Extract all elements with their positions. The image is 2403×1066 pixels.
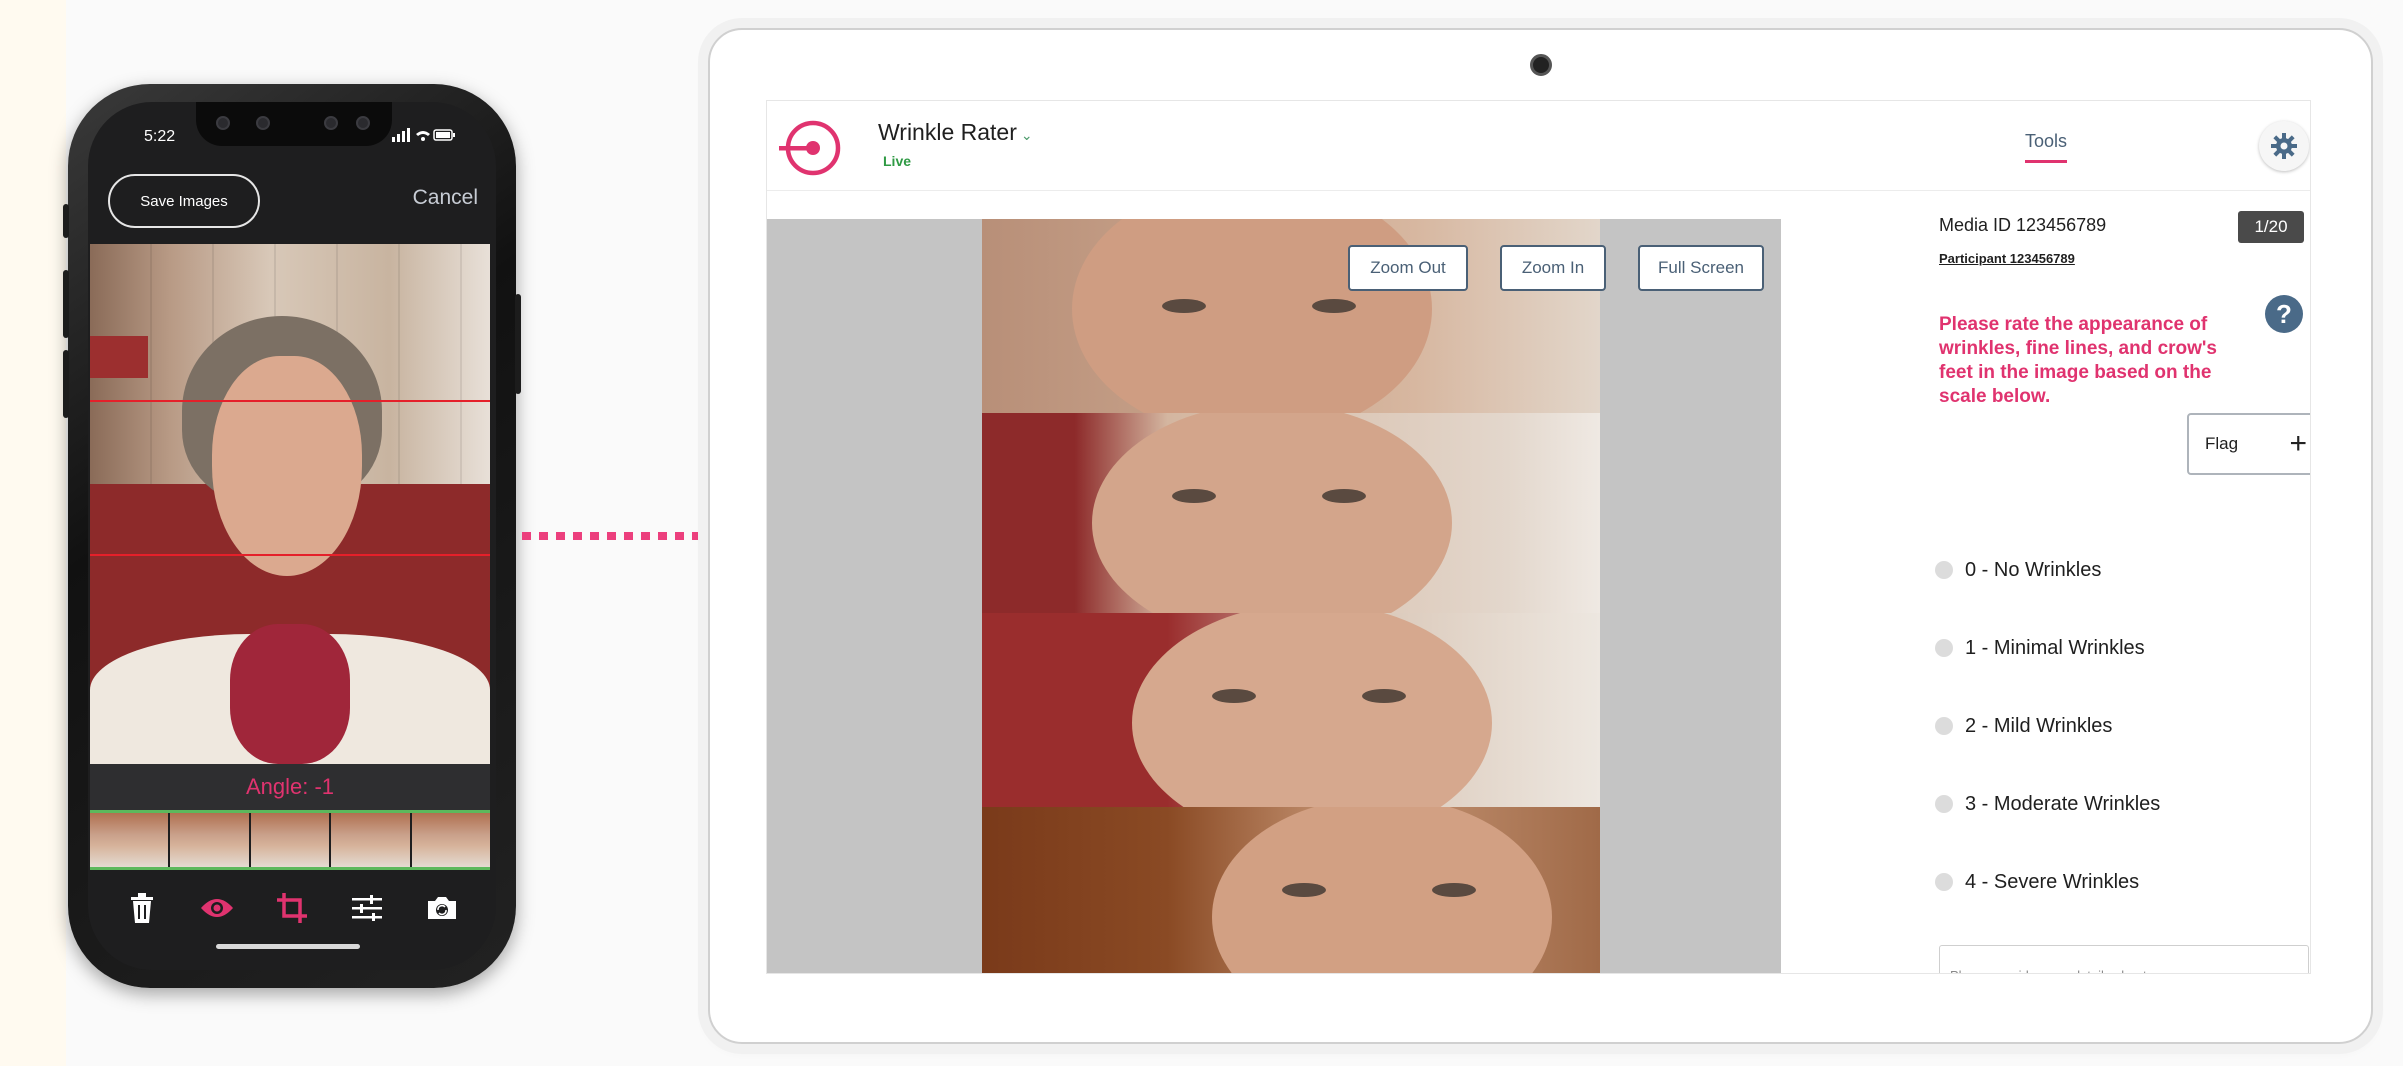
rating-option[interactable]: 3 - Moderate Wrinkles (1935, 765, 2160, 843)
rating-option-label: 2 - Mild Wrinkles (1965, 714, 2113, 737)
full-screen-button[interactable]: Full Screen (1638, 245, 1764, 291)
phone-volume-down (63, 350, 69, 418)
radio-button[interactable] (1935, 561, 1953, 579)
status-icons (392, 128, 456, 145)
live-status-badge: Live (883, 153, 912, 169)
wrinkle-rater-app: Wrinkle Rater ⌄ Live Tools Zoom Out Zoom… (766, 100, 2311, 974)
save-images-button[interactable]: Save Images (108, 174, 260, 228)
angle-readout: Angle: -1 (90, 764, 490, 810)
rating-option-label: 0 - No Wrinkles (1965, 558, 2102, 581)
home-indicator[interactable] (216, 944, 360, 949)
rating-option-label: 1 - Minimal Wrinkles (1965, 636, 2145, 659)
sensor-icon (324, 116, 338, 130)
thumbnail[interactable] (170, 813, 249, 867)
radio-button[interactable] (1935, 873, 1953, 891)
phone-notch (196, 102, 392, 146)
help-icon[interactable]: ? (2265, 295, 2303, 333)
app-header: Wrinkle Rater ⌄ Live Tools (767, 101, 2310, 191)
rating-instructions: Please rate the appearance of wrinkles, … (1939, 314, 2217, 407)
radio-button[interactable] (1935, 717, 1953, 735)
app-title: Wrinkle Rater (878, 119, 1017, 145)
tablet-device: Wrinkle Rater ⌄ Live Tools Zoom Out Zoom… (708, 28, 2373, 1044)
radio-button[interactable] (1935, 639, 1953, 657)
alignment-guide-line (90, 554, 490, 556)
settings-button[interactable] (2259, 121, 2309, 171)
image-strip (982, 807, 1600, 973)
crop-icon[interactable] (272, 888, 312, 928)
rating-option-label: 3 - Moderate Wrinkles (1965, 792, 2161, 815)
sliders-icon[interactable] (347, 888, 387, 928)
phone-header: Save Images Cancel (88, 166, 496, 248)
status-time: 5:22 (144, 128, 176, 145)
sensor-icon (356, 116, 370, 130)
rating-option[interactable]: 2 - Mild Wrinkles (1935, 687, 2160, 765)
image-strip (982, 413, 1600, 613)
phone-mute-switch (63, 204, 69, 238)
thumbnail[interactable] (411, 813, 491, 867)
phone-toolbar (88, 878, 496, 938)
phone-volume-up (63, 270, 69, 338)
alignment-guide-line (90, 400, 490, 402)
trash-icon[interactable] (122, 888, 162, 928)
cancel-button[interactable]: Cancel (413, 186, 478, 210)
rating-option[interactable]: 0 - No Wrinkles (1935, 531, 2160, 609)
phone-power-button (515, 294, 521, 394)
flag-label: Flag (2205, 434, 2239, 453)
item-counter-badge: 1/20 (2238, 211, 2304, 243)
image-viewer[interactable]: Zoom Out Zoom In Full Screen (767, 219, 1781, 973)
phone-screen: 5:22 Save Images Cancel Angle: -1 (88, 102, 496, 970)
rating-option[interactable]: 4 - Severe Wrinkles (1935, 843, 2160, 921)
rating-panel: Media ID 123456789 1/20 Participant 1234… (1781, 191, 2310, 973)
tablet-camera-icon (1530, 54, 1552, 76)
rating-options: 0 - No Wrinkles 1 - Minimal Wrinkles 2 -… (1935, 531, 2160, 921)
image-strip (982, 613, 1600, 807)
radio-button[interactable] (1935, 795, 1953, 813)
thumbnail[interactable] (250, 813, 330, 867)
rating-option-label: 4 - Severe Wrinkles (1965, 870, 2140, 893)
front-camera-icon (216, 116, 230, 130)
phone-device: 5:22 Save Images Cancel Angle: -1 (63, 84, 521, 988)
signal-wifi-battery-icon (392, 128, 455, 142)
camera-preview[interactable] (90, 244, 490, 764)
thumbnail-strip[interactable] (90, 810, 491, 870)
participant-link[interactable]: Participant 123456789 (1939, 251, 2075, 266)
plus-icon: + (2289, 427, 2307, 460)
thumbnail[interactable] (331, 813, 410, 867)
app-title-dropdown[interactable]: Wrinkle Rater ⌄ (878, 119, 1033, 146)
media-id: Media ID 123456789 (1939, 215, 2107, 235)
gear-icon (2271, 133, 2297, 159)
tab-tools[interactable]: Tools (2025, 131, 2068, 163)
details-textarea[interactable]: Please provide more details about your r… (1939, 945, 2309, 973)
rating-option[interactable]: 1 - Minimal Wrinkles (1935, 609, 2160, 687)
flag-button[interactable]: Flag + (2187, 413, 2310, 475)
eye-icon[interactable] (197, 888, 237, 928)
zoom-in-button[interactable]: Zoom In (1500, 245, 1606, 291)
thumbnail[interactable] (90, 813, 169, 867)
camera-rotate-icon[interactable] (422, 888, 462, 928)
zoom-out-button[interactable]: Zoom Out (1348, 245, 1468, 291)
sensor-icon (256, 116, 270, 130)
app-logo-icon (779, 119, 845, 182)
chevron-down-icon: ⌄ (1020, 127, 1033, 143)
background-strip (0, 0, 66, 1066)
dotted-connector (522, 532, 710, 540)
